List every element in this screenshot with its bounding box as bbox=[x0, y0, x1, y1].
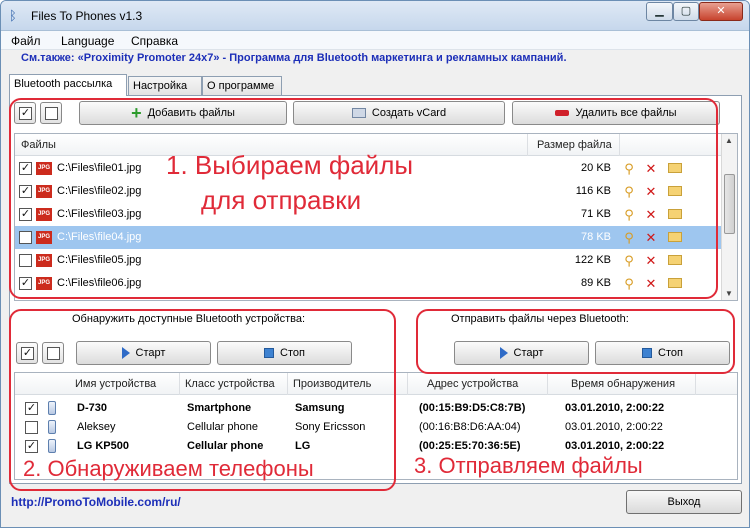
website-link[interactable]: http://PromoToMobile.com/ru/ bbox=[11, 495, 181, 509]
device-discovery-time: 03.01.2010, 2:00:22 bbox=[565, 421, 663, 433]
annotation-step1-line1: 1. Выбираем файлы bbox=[166, 150, 414, 180]
menu-help[interactable]: Справка bbox=[131, 34, 178, 48]
maximize-button[interactable]: ▢ bbox=[673, 2, 699, 21]
exit-button[interactable]: Выход bbox=[626, 490, 742, 514]
annotation-box-send bbox=[416, 309, 735, 374]
files-scrollbar[interactable]: ▲ ▼ bbox=[721, 134, 737, 300]
annotation-step1-line2: для отправки bbox=[201, 185, 362, 215]
scroll-thumb[interactable] bbox=[724, 174, 735, 234]
device-address: (00:16:B8:D6:AA:04) bbox=[419, 421, 521, 433]
menu-bar: Файл Language Справка bbox=[1, 31, 749, 50]
menu-language[interactable]: Language bbox=[61, 34, 114, 48]
annotation-step3: 3. Отправляем файлы bbox=[414, 453, 643, 478]
device-address: (00:15:B9:D5:C8:7B) bbox=[419, 402, 526, 414]
tab-bluetooth[interactable]: Bluetooth рассылка bbox=[9, 74, 127, 96]
scroll-down-icon[interactable]: ▼ bbox=[725, 289, 733, 298]
promo-link[interactable]: См.также: «Proximity Promoter 24x7» - Пр… bbox=[21, 52, 567, 64]
tab-settings[interactable]: Настройка bbox=[128, 76, 202, 95]
device-discovery-time: 03.01.2010, 2:00:22 bbox=[565, 402, 665, 414]
tab-about[interactable]: О программе bbox=[202, 76, 282, 95]
scroll-up-icon[interactable]: ▲ bbox=[725, 136, 733, 145]
close-button[interactable]: ✕ bbox=[699, 2, 743, 21]
minimize-button[interactable]: ▁ bbox=[646, 2, 673, 21]
menu-file[interactable]: Файл bbox=[11, 34, 41, 48]
col-address: Адрес устройства bbox=[427, 378, 519, 390]
bluetooth-icon: ᛒ bbox=[9, 8, 17, 23]
title-bar: ᛒ Files To Phones v1.3 ▁ ▢ ✕ bbox=[1, 1, 749, 31]
app-window: ᛒ Files To Phones v1.3 ▁ ▢ ✕ Файл Langua… bbox=[0, 0, 750, 528]
col-discovery-time: Время обнаружения bbox=[571, 378, 676, 390]
window-title: Files To Phones v1.3 bbox=[31, 9, 143, 23]
device-discovery-time: 03.01.2010, 2:00:22 bbox=[565, 440, 665, 452]
annotation-step2: 2. Обнаруживаем телефоны bbox=[23, 456, 314, 481]
device-address: (00:25:E5:70:36:5E) bbox=[419, 440, 521, 452]
annotation-box-files bbox=[9, 98, 718, 299]
